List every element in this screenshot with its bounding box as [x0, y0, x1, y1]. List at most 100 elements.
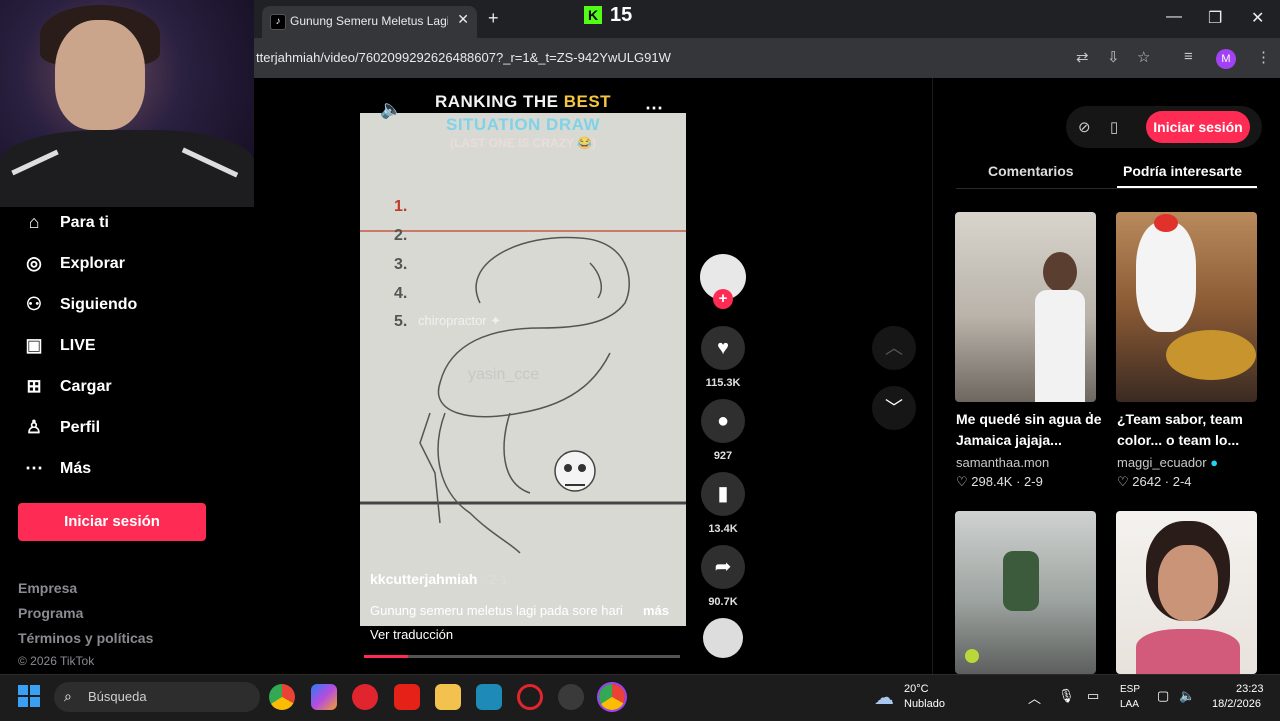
footer-link-empresa[interactable]: Empresa [18, 580, 77, 596]
card-author-name[interactable]: maggi_ecuador [1117, 455, 1207, 470]
rank-number: 4. [394, 285, 408, 302]
video-caption: Gunung semeru meletus lagi pada sore har… [370, 603, 623, 618]
tab-comentarios[interactable]: Comentarios [988, 163, 1074, 179]
translate-icon[interactable]: ⇄ [1076, 48, 1089, 66]
close-window-button[interactable]: ✕ [1251, 8, 1264, 28]
music-disc-icon[interactable] [703, 618, 743, 658]
sidebar-item-para-ti[interactable]: ⌂ Para ti [22, 212, 109, 233]
thumbnail-person [1043, 252, 1077, 292]
sidebar-item-explorar[interactable]: ◎ Explorar [22, 253, 125, 274]
opera-app-icon[interactable] [352, 684, 378, 710]
tray-chevron-up-icon[interactable]: ︿ [1028, 688, 1041, 707]
windows-start-icon[interactable] [18, 685, 40, 707]
card-stats: ♡ 298.4K · 2-9 [956, 474, 1043, 489]
maximize-button[interactable]: ❐ [1208, 8, 1222, 28]
search-icon: ⌕ [64, 688, 72, 704]
video-thumbnail[interactable] [1116, 511, 1257, 674]
card-author[interactable]: maggi_ecuador ● [1117, 455, 1218, 470]
card-title[interactable]: ¿Team sabor, team color... o team lo... [1117, 409, 1267, 451]
save-button[interactable]: ▮ [701, 472, 745, 516]
sidebar-item-mas[interactable]: ⋯ Más [22, 458, 91, 479]
new-tab-button[interactable]: + [488, 8, 499, 29]
v-app-icon[interactable] [476, 684, 502, 710]
webcam-shirt [0, 130, 254, 207]
keyboard-icon[interactable]: ▭ [1087, 688, 1099, 704]
chrome-app-icon[interactable] [269, 684, 295, 710]
url-text[interactable]: tterjahmiah/video/7602099292626488607?_r… [256, 50, 671, 65]
card-more-icon[interactable]: ⋮ [1083, 409, 1097, 426]
video-date: · 2-1 [477, 572, 508, 587]
webcam-face [55, 20, 145, 130]
speaker-icon[interactable]: 🔈 [1179, 688, 1195, 704]
title-part: RANKING THE [434, 92, 564, 111]
sidebar-item-siguiendo[interactable]: ⚇ Siguiendo [22, 294, 137, 315]
tab-podria-interesarte[interactable]: Podría interesarte [1123, 163, 1242, 179]
tab-close-icon[interactable]: ✕ [457, 11, 469, 28]
webcam-overlay [0, 0, 254, 207]
kick-overlay: K 15 [584, 4, 632, 26]
footer-link-programa[interactable]: Programa [18, 605, 83, 621]
sidebar-item-perfil[interactable]: ♙ Perfil [22, 417, 100, 438]
card-author[interactable]: samanthaa.mon [956, 455, 1049, 470]
media-control-icon[interactable]: ≡ [1184, 48, 1193, 65]
thumbnail-ball [965, 649, 979, 663]
install-app-icon[interactable]: ⇩ [1107, 48, 1120, 66]
sidebar-item-label: Perfil [60, 418, 101, 436]
keyboard-layout-indicator[interactable]: LAA [1120, 699, 1139, 710]
device-icon[interactable]: ▯ [1110, 118, 1118, 136]
like-button[interactable]: ♥ [701, 326, 745, 370]
thumbnail-shirt [1136, 629, 1240, 674]
video-thumbnail[interactable] [1116, 212, 1257, 402]
copilot-app-icon[interactable] [311, 684, 337, 710]
network-icon[interactable]: ▢ [1157, 688, 1169, 704]
clock-date[interactable]: 18/2/2026 [1212, 698, 1261, 710]
tiktok-favicon-icon: ♪ [270, 14, 286, 30]
file-explorer-icon[interactable] [435, 684, 461, 710]
rank-number: 2. [394, 227, 408, 244]
taskbar-search-placeholder[interactable]: Búsqueda [88, 689, 147, 704]
opera-gx-app-icon[interactable] [517, 684, 543, 710]
footer-link-terminos[interactable]: Términos y políticas [18, 630, 153, 646]
translate-link[interactable]: Ver traducción [370, 627, 453, 642]
sidebar-item-label: Explorar [60, 254, 125, 272]
chrome-profile-app-icon[interactable] [599, 684, 625, 710]
taskbar-search[interactable] [54, 682, 260, 712]
author-name[interactable]: kkcutterjahmiah [370, 571, 477, 587]
like-count: 115.3K [705, 377, 741, 389]
volume-icon[interactable]: 🔈 [380, 99, 402, 120]
video-thumbnail[interactable] [955, 212, 1096, 402]
video-thumbnail[interactable] [955, 511, 1096, 674]
video-author[interactable]: kkcutterjahmiah · 2-1 [370, 571, 508, 587]
profile-avatar[interactable]: M [1216, 49, 1236, 69]
comment-button[interactable]: ● [701, 399, 745, 443]
bookmark-star-icon[interactable]: ☆ [1137, 48, 1150, 66]
video-more-icon[interactable]: ⋯ [645, 98, 663, 119]
microphone-icon[interactable]: 🎙 [1058, 688, 1075, 704]
sidebar-item-live[interactable]: ▣ LIVE [22, 335, 95, 356]
weather-condition[interactable]: Nublado [904, 698, 945, 710]
sidebar-login-button[interactable]: Iniciar sesión [18, 503, 206, 541]
menu-dots-icon[interactable]: ⋮ [1256, 48, 1271, 66]
caption-more-button[interactable]: más [643, 603, 669, 618]
weather-temperature[interactable]: 20°C [904, 683, 929, 695]
video-overlay-subtitle: SITUATION DRAW [445, 115, 600, 134]
browser-tab[interactable]: ♪ Gunung Semeru Meletus Lagi p ✕ [262, 6, 477, 38]
follow-plus-icon[interactable]: + [713, 289, 733, 309]
compass-icon[interactable]: ⊘ [1078, 118, 1091, 136]
live-icon: ▣ [25, 335, 43, 355]
header-login-button[interactable]: Iniciar sesión [1146, 111, 1250, 143]
share-button[interactable]: ➦ [701, 545, 745, 589]
more-icon: ⋯ [25, 458, 43, 478]
video-progress-bar[interactable] [364, 655, 680, 658]
youtube-app-icon[interactable] [394, 684, 420, 710]
thumbnail-person-body [1035, 290, 1085, 402]
minimize-button[interactable]: — [1166, 8, 1182, 26]
sidebar-item-label: Más [60, 459, 92, 477]
previous-video-button[interactable]: ︿ [872, 326, 916, 370]
cloud-icon[interactable]: ☁ [874, 685, 894, 710]
language-indicator[interactable]: ESP [1120, 684, 1140, 695]
settings-app-icon[interactable] [558, 684, 584, 710]
sidebar-item-cargar[interactable]: ⊞ Cargar [22, 376, 111, 397]
next-video-button[interactable]: ﹀ [872, 386, 916, 430]
clock-time[interactable]: 23:23 [1236, 683, 1264, 695]
